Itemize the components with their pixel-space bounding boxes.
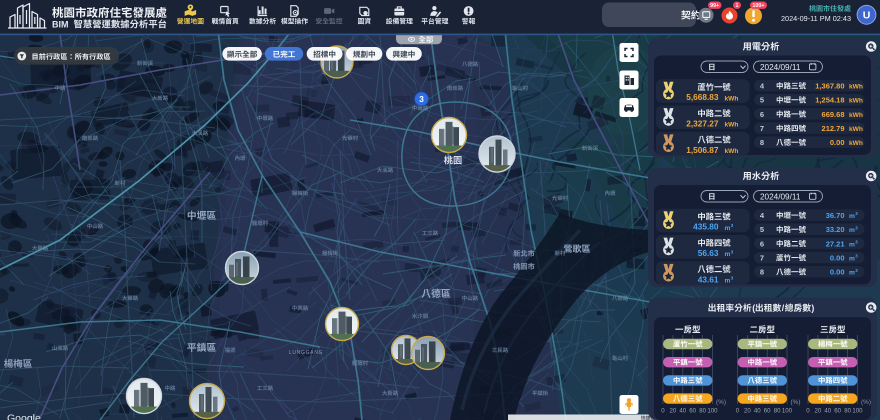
- svg-text:0.00: 0.00: [830, 268, 845, 277]
- svg-text:2024/09/11: 2024/09/11: [760, 192, 801, 201]
- svg-text:20: 20: [815, 408, 822, 415]
- svg-text:(%): (%): [791, 399, 801, 406]
- svg-text:m: m: [849, 255, 855, 262]
- svg-text:m: m: [725, 278, 731, 285]
- svg-text:m: m: [849, 213, 855, 220]
- svg-text:kWh: kWh: [849, 126, 863, 133]
- svg-text:8: 8: [760, 138, 764, 147]
- svg-text:5,668.83: 5,668.83: [686, 92, 719, 102]
- svg-text:5: 5: [760, 96, 764, 105]
- svg-text:212.79: 212.79: [822, 124, 845, 133]
- svg-text:1: 1: [736, 3, 739, 9]
- svg-text:): ): [811, 303, 814, 313]
- svg-text:33.20: 33.20: [826, 225, 845, 234]
- svg-text:0.00: 0.00: [830, 138, 845, 147]
- svg-text:kWh: kWh: [849, 84, 863, 91]
- svg-text:U: U: [863, 10, 871, 22]
- svg-text:100: 100: [852, 408, 863, 415]
- svg-text:1,506.87: 1,506.87: [686, 145, 719, 155]
- svg-text:kWh: kWh: [725, 95, 739, 102]
- svg-text:m: m: [849, 241, 855, 248]
- svg-text:43.61: 43.61: [698, 274, 719, 284]
- svg-text:6: 6: [760, 239, 764, 248]
- svg-text:60: 60: [764, 408, 771, 415]
- svg-text:27.21: 27.21: [826, 239, 845, 248]
- svg-text:1,254.18: 1,254.18: [815, 96, 844, 105]
- svg-text:kWh: kWh: [849, 140, 863, 147]
- svg-text:80: 80: [844, 408, 851, 415]
- svg-text:1,367.80: 1,367.80: [815, 82, 844, 91]
- svg-text:8: 8: [760, 268, 764, 277]
- svg-text:m: m: [849, 227, 855, 234]
- svg-text:99+: 99+: [710, 3, 719, 9]
- svg-text:Google: Google: [7, 413, 41, 420]
- svg-text:20: 20: [670, 408, 677, 415]
- svg-text:2,327.27: 2,327.27: [686, 119, 719, 129]
- svg-text:435.80: 435.80: [693, 222, 719, 232]
- svg-text:m: m: [725, 251, 731, 258]
- svg-text:80: 80: [774, 408, 781, 415]
- svg-text:100+: 100+: [752, 3, 764, 9]
- svg-text:40: 40: [679, 408, 686, 415]
- svg-text:669.68: 669.68: [822, 110, 845, 119]
- svg-text:(: (: [752, 303, 755, 313]
- svg-text:6: 6: [760, 110, 764, 119]
- svg-text:40: 40: [824, 408, 831, 415]
- svg-text:100: 100: [782, 408, 793, 415]
- svg-text:2024-09-11 PM 02:43: 2024-09-11 PM 02:43: [781, 14, 851, 23]
- svg-text:7: 7: [760, 124, 764, 133]
- svg-text:36.70: 36.70: [826, 211, 845, 220]
- svg-text:5: 5: [760, 225, 764, 234]
- svg-text:kWh: kWh: [725, 122, 739, 129]
- svg-text:(%): (%): [716, 399, 726, 406]
- svg-text:3: 3: [419, 94, 424, 104]
- svg-text:kWh: kWh: [849, 98, 863, 105]
- svg-text:60: 60: [689, 408, 696, 415]
- svg-text:m: m: [849, 270, 855, 277]
- svg-text:kWh: kWh: [725, 148, 739, 155]
- svg-text:LUNGGANG: LUNGGANG: [289, 350, 323, 356]
- svg-text:7: 7: [760, 253, 764, 262]
- svg-text:2024/09/11: 2024/09/11: [760, 63, 801, 72]
- svg-text:20: 20: [744, 408, 751, 415]
- svg-text:80: 80: [699, 408, 706, 415]
- svg-text:60: 60: [834, 408, 841, 415]
- svg-text:BIM: BIM: [52, 19, 69, 29]
- svg-text:0.00: 0.00: [830, 253, 845, 262]
- svg-text:m: m: [725, 225, 731, 232]
- svg-text:100: 100: [707, 408, 718, 415]
- svg-text:kWh: kWh: [849, 112, 863, 119]
- svg-text:40: 40: [754, 408, 761, 415]
- svg-text:56.63: 56.63: [698, 248, 719, 258]
- svg-text:(%): (%): [861, 399, 871, 406]
